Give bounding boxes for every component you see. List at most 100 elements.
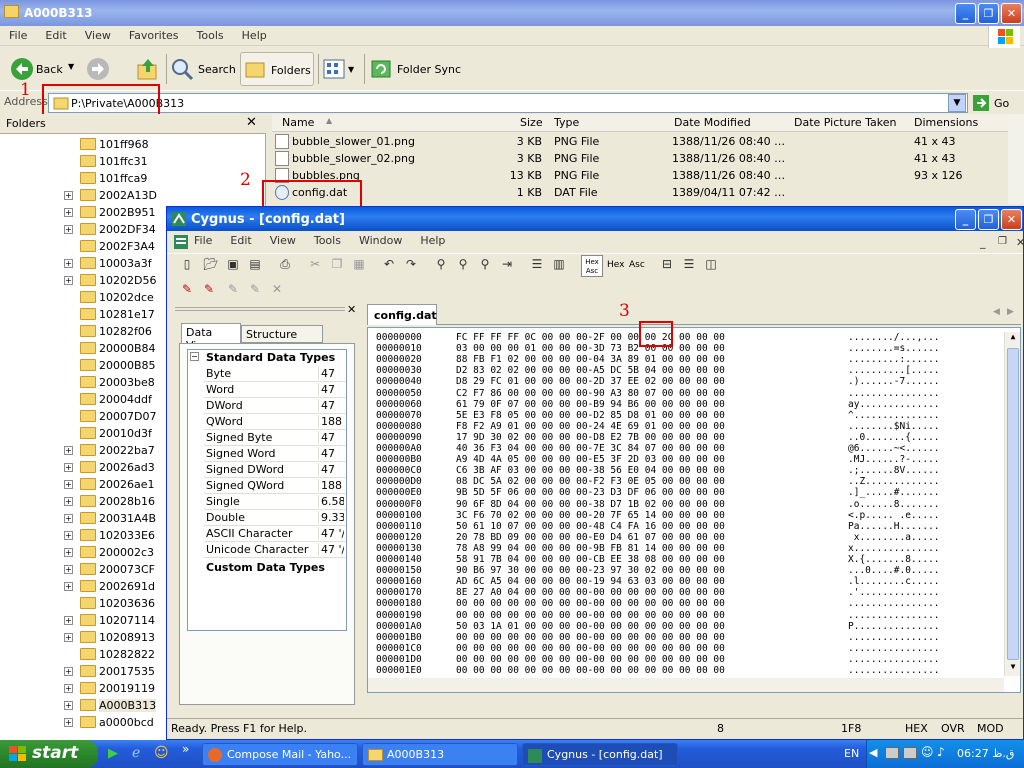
column-date-modified[interactable]: Date Modified: [674, 116, 751, 129]
quicklaunch-overflow-icon[interactable]: »: [182, 742, 189, 756]
address-dropdown[interactable]: ▼: [948, 94, 966, 112]
tool-3-icon[interactable]: ✎: [223, 279, 243, 299]
data-type-row[interactable]: QWord 188: [204, 414, 346, 430]
expand-icon[interactable]: +: [64, 463, 73, 472]
ie-icon[interactable]: ℯ: [132, 745, 140, 761]
file-row[interactable]: bubbles.png 13 KB PNG File 1388/11/26 08:40…: [272, 167, 1012, 184]
column-name[interactable]: Name: [282, 116, 314, 129]
hex-toggle[interactable]: Hex: [607, 260, 624, 270]
new-file-icon[interactable]: ▯: [177, 254, 197, 274]
expand-icon[interactable]: +: [64, 548, 73, 557]
hex-row[interactable]: 000001E0 00 00 00 00 00 00 00 00-00 00 00…: [376, 665, 976, 679]
forward-button[interactable]: [86, 57, 126, 81]
expand-icon[interactable]: +: [64, 191, 73, 200]
folders-button[interactable]: Folders: [240, 52, 314, 86]
expand-icon[interactable]: +: [64, 582, 73, 591]
menu-help[interactable]: Help: [233, 26, 276, 45]
expand-icon[interactable]: +: [64, 480, 73, 489]
file-row[interactable]: config.dat 1 KB DAT File 1389/04/11 07:42 …: [272, 184, 1012, 201]
tree-item[interactable]: 101ffc31: [64, 153, 254, 170]
replace-icon[interactable]: ⚲: [475, 254, 495, 274]
data-type-row[interactable]: Signed Byte 47: [204, 430, 346, 446]
back-dropdown-icon[interactable]: ▼: [68, 62, 74, 71]
views-button[interactable]: ▼: [322, 57, 358, 81]
data-type-row[interactable]: ASCII Character 47 '/': [204, 526, 346, 542]
task-a000b313[interactable]: A000B313: [362, 743, 518, 766]
split-horizontal-icon[interactable]: ⊟: [657, 254, 677, 274]
data-type-row[interactable]: Unicode Character 47 '/': [204, 542, 346, 558]
paste-icon[interactable]: ▦: [349, 254, 369, 274]
save-all-icon[interactable]: ▤: [245, 254, 265, 274]
cygnus-close-button[interactable]: ✕: [1001, 209, 1022, 230]
asc-toggle[interactable]: Asc: [629, 260, 645, 270]
cy-menu-file[interactable]: File: [185, 231, 221, 250]
network-icon-2[interactable]: [903, 747, 917, 759]
expand-icon[interactable]: +: [64, 633, 73, 642]
properties-icon[interactable]: ▥: [549, 254, 569, 274]
expand-icon[interactable]: +: [64, 565, 73, 574]
hex-scroll-thumb[interactable]: [1007, 348, 1019, 660]
mdi-close-icon[interactable]: ✕: [1007, 233, 1024, 252]
go-button[interactable]: Go: [972, 93, 1020, 113]
expand-icon[interactable]: +: [64, 208, 73, 217]
column-date-picture[interactable]: Date Picture Taken: [794, 116, 896, 129]
media-player-icon[interactable]: ▶: [108, 746, 118, 761]
close-button[interactable]: ✕: [1001, 3, 1022, 24]
highlight-list-icon[interactable]: ✎: [199, 279, 219, 299]
explorer-title-bar[interactable]: A000B313 _ ❐ ✕: [0, 0, 1024, 26]
copy-icon[interactable]: ❐: [327, 254, 347, 274]
panel-close-icon[interactable]: ✕: [347, 303, 356, 316]
expand-icon[interactable]: +: [64, 446, 73, 455]
expand-icon[interactable]: +: [64, 667, 73, 676]
expand-icon[interactable]: +: [64, 259, 73, 268]
cygnus-minimize-button[interactable]: _: [955, 209, 976, 230]
collapse-icon[interactable]: −: [190, 352, 199, 361]
file-row[interactable]: bubble_slower_01.png 3 KB PNG File 1388/11/…: [272, 133, 1012, 150]
task-compose-mail[interactable]: Compose Mail - Yaho...: [202, 743, 358, 766]
menu-favorites[interactable]: Favorites: [120, 26, 188, 45]
menu-view[interactable]: View: [76, 26, 120, 45]
up-folder-button[interactable]: [136, 57, 160, 81]
hex-editor[interactable]: 00000000 FC FF FF FF 0C 00 00 00-2F 00 00…: [367, 327, 1021, 693]
expand-icon[interactable]: +: [64, 514, 73, 523]
back-button[interactable]: Back ▼: [8, 56, 80, 82]
expand-icon[interactable]: +: [64, 701, 73, 710]
bookmarks-icon[interactable]: ☰: [527, 254, 547, 274]
address-input[interactable]: P:\Private\A000B313: [48, 93, 968, 113]
menu-edit[interactable]: Edit: [36, 26, 75, 45]
find-icon[interactable]: ⚲: [431, 254, 451, 274]
close-pane-icon[interactable]: ✕: [246, 115, 257, 130]
data-type-row[interactable]: Word 47: [204, 382, 346, 398]
expand-icon[interactable]: +: [64, 616, 73, 625]
tree-item[interactable]: 101ff968: [64, 136, 254, 153]
scroll-down-icon[interactable]: ▼: [1006, 662, 1020, 676]
find-next-icon[interactable]: ⚲: [453, 254, 473, 274]
column-type[interactable]: Type: [554, 116, 579, 129]
network-icon[interactable]: [885, 747, 899, 759]
data-type-row[interactable]: Signed Word 47: [204, 446, 346, 462]
tool-4-icon[interactable]: ✎: [245, 279, 265, 299]
cy-menu-view[interactable]: View: [261, 231, 305, 250]
data-type-row[interactable]: Signed QWord 188: [204, 478, 346, 494]
task-cygnus[interactable]: Cygnus - [config.dat]: [522, 743, 678, 766]
panel-gripper[interactable]: [175, 307, 345, 311]
tab-scroll-left-icon[interactable]: ◀: [993, 307, 1000, 317]
data-type-row[interactable]: DWord 47: [204, 398, 346, 414]
menu-tools[interactable]: Tools: [188, 26, 233, 45]
maximize-button[interactable]: ❐: [978, 3, 999, 24]
data-type-row[interactable]: Double 9.33: [204, 510, 346, 526]
expand-icon[interactable]: +: [64, 531, 73, 540]
hex-asc-toggle[interactable]: Hex Asc: [581, 255, 603, 277]
start-button[interactable]: start: [0, 740, 98, 768]
cy-menu-window[interactable]: Window: [350, 231, 411, 250]
open-folder-icon[interactable]: 📂︎: [201, 254, 221, 274]
scroll-up-icon[interactable]: ▲: [1006, 332, 1020, 346]
cy-menu-help[interactable]: Help: [411, 231, 454, 250]
tab-structure-view[interactable]: Structure View: [241, 325, 323, 354]
cut-icon[interactable]: ✂: [305, 254, 325, 274]
tree-item[interactable]: +2002A13D: [64, 187, 254, 204]
volume-icon[interactable]: ♪: [937, 745, 945, 759]
hex-vertical-scrollbar[interactable]: ▲ ▼: [1004, 332, 1020, 676]
cygnus-maximize-button[interactable]: ❐: [978, 209, 999, 230]
tab-config-dat[interactable]: config.dat: [367, 304, 437, 325]
